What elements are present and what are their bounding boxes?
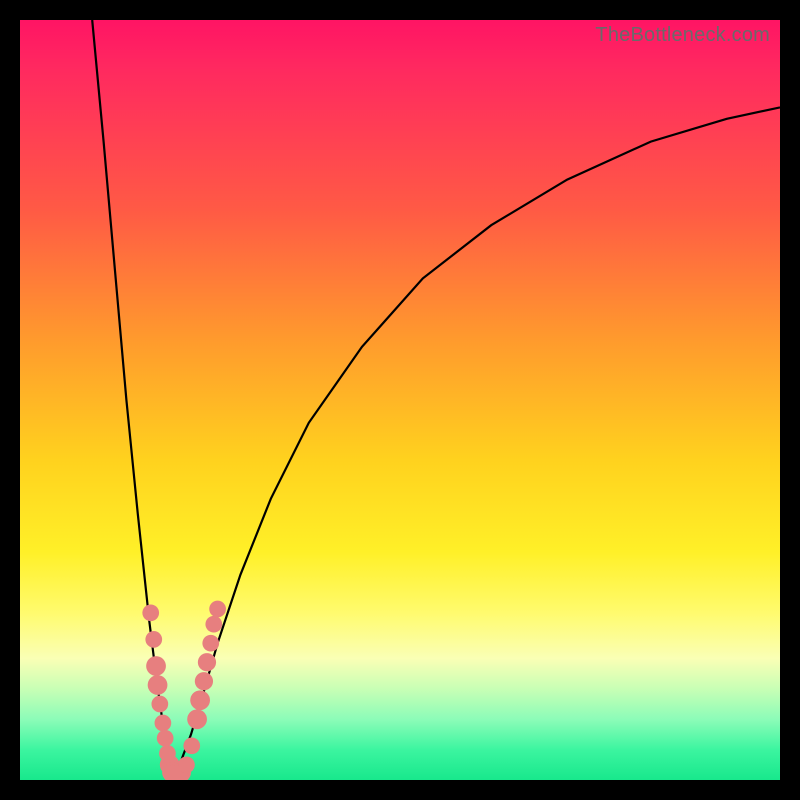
highlight-dot — [209, 601, 226, 618]
highlight-dot — [202, 635, 219, 652]
plot-area: TheBottleneck.com — [20, 20, 780, 780]
highlight-dot — [205, 616, 222, 633]
highlight-dot — [148, 675, 168, 695]
highlight-dot — [157, 730, 174, 747]
curve-right-branch — [172, 107, 780, 776]
highlight-dot — [142, 604, 159, 621]
highlight-dot — [178, 756, 195, 773]
chart-frame: TheBottleneck.com — [0, 0, 800, 800]
chart-svg — [20, 20, 780, 780]
highlight-dot — [195, 672, 213, 690]
highlight-dot — [146, 656, 166, 676]
highlight-dot — [151, 696, 168, 713]
highlight-dot — [190, 690, 210, 710]
highlight-dot — [198, 653, 216, 671]
highlight-dot — [155, 715, 172, 732]
highlight-dot — [183, 737, 200, 754]
highlight-dot — [145, 631, 162, 648]
highlight-dot — [187, 709, 207, 729]
